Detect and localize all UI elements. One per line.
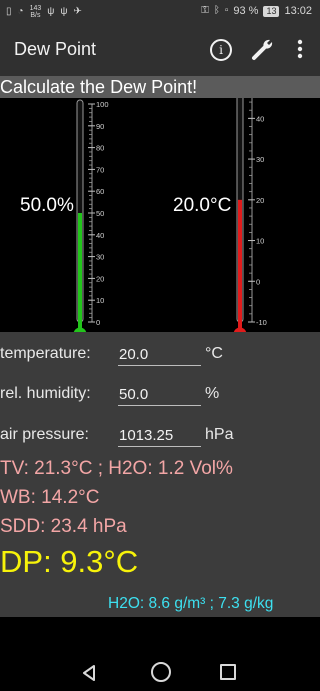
pressure-input[interactable] — [118, 424, 201, 447]
network-speed: 143 B/s — [30, 5, 42, 19]
key-icon: ⚿ — [201, 5, 209, 16]
navigation-bar — [0, 617, 320, 691]
humidity-input[interactable] — [118, 383, 201, 406]
usb-debug-icon: ψ — [60, 6, 68, 17]
wifi-icon: ◔ — [17, 6, 24, 17]
usb-icon: ψ — [47, 6, 55, 17]
temperature-label: temperature: — [0, 345, 91, 362]
recent-square-icon[interactable] — [220, 664, 236, 680]
pressure-row: air pressure: hPa — [0, 418, 320, 448]
bluetooth-icon: ᛒ — [213, 5, 220, 16]
temperature-thermometer-tick-label: 10 — [256, 237, 264, 246]
back-triangle-icon[interactable] — [82, 665, 96, 681]
humidity-unit: % — [205, 385, 220, 402]
thermometer-panel: 100 90 80 70 60 50 40 30 20 10 0 40 30 20 10 0 -10 50.0%… — [0, 98, 320, 332]
temperature-unit: °C — [205, 345, 223, 362]
humidity-thermometer-tick-label: 80 — [96, 144, 104, 153]
humidity-row: rel. humidity: % — [0, 377, 320, 407]
humidity-thermometer-tick-label: 10 — [96, 296, 104, 305]
humidity-thermometer-tick-label: 30 — [96, 253, 104, 262]
humidity-thermometer-bulb — [73, 327, 87, 332]
status-bar: ▯ ◔ 143 B/s ψ ψ ✈ ⚿ ᛒ ▫ 93 % 13 13:02 — [0, 0, 320, 24]
humidity-display: 50.0% — [20, 195, 74, 216]
humidity-thermometer-tick-label: 70 — [96, 165, 104, 174]
humidity-thermometer-tick-label: 40 — [96, 231, 104, 240]
activity-icon: ✈ — [73, 6, 82, 17]
silent-icon: ▫ — [224, 5, 229, 16]
temperature-thermometer-tick-label: 20 — [256, 196, 264, 205]
humidity-thermometer-tick-label: 0 — [96, 318, 100, 327]
wrench-icon[interactable] — [250, 36, 276, 62]
temperature-display: 20.0°C — [173, 195, 232, 216]
battery-percent: 93 % — [233, 5, 259, 17]
humidity-thermometer-tick-label: 90 — [96, 122, 104, 131]
temperature-thermometer-tick-label: -10 — [256, 318, 267, 327]
temperature-thermometer-fill — [238, 199, 242, 328]
sim-card-icon: ▯ — [6, 6, 12, 17]
temperature-thermometer-tick-label: 0 — [256, 277, 260, 286]
humidity-thermometer-tick-label: 100 — [96, 100, 109, 109]
temperature-input[interactable] — [118, 343, 201, 366]
network-speed-unit: B/s — [30, 12, 41, 19]
wet-bulb-result: WB: 14.2°C — [0, 487, 100, 508]
temperature-thermometer-tick-label: 30 — [256, 155, 264, 164]
absolute-humidity-result: H2O: 8.6 g/m³ ; 7.3 g/kg — [108, 595, 274, 612]
humidity-thermometer-tick-label: 50 — [96, 209, 104, 218]
clock: 13:02 — [284, 5, 312, 17]
temperature-row: temperature: °C — [0, 337, 320, 367]
battery-icon: 13 — [263, 5, 280, 17]
humidity-label: rel. humidity: — [0, 385, 91, 402]
temperature-thermometer-bulb — [233, 327, 247, 332]
saturation-deficit-result: SDD: 23.4 hPa — [0, 516, 127, 537]
humidity-thermometer-fill — [78, 213, 82, 328]
pressure-label: air pressure: — [0, 426, 89, 443]
humidity-thermometer-tick-label: 20 — [96, 274, 104, 283]
tv-h2o-result: TV: 21.3°C ; H2O: 1.2 Vol% — [0, 458, 233, 479]
home-circle-icon[interactable] — [151, 662, 171, 682]
app-title: Dew Point — [14, 39, 97, 59]
humidity-thermometer-tick-label: 60 — [96, 187, 104, 196]
pressure-unit: hPa — [205, 426, 234, 443]
more-vert-icon[interactable] — [296, 38, 304, 60]
network-speed-value: 143 — [29, 5, 42, 12]
app-bar: Dew Point i — [0, 24, 320, 76]
info-icon[interactable]: i — [210, 39, 232, 61]
headline: Calculate the Dew Point! — [0, 76, 320, 98]
temperature-thermometer-tick-label: 40 — [256, 114, 264, 123]
dew-point-result: DP: 9.3°C — [0, 544, 139, 579]
